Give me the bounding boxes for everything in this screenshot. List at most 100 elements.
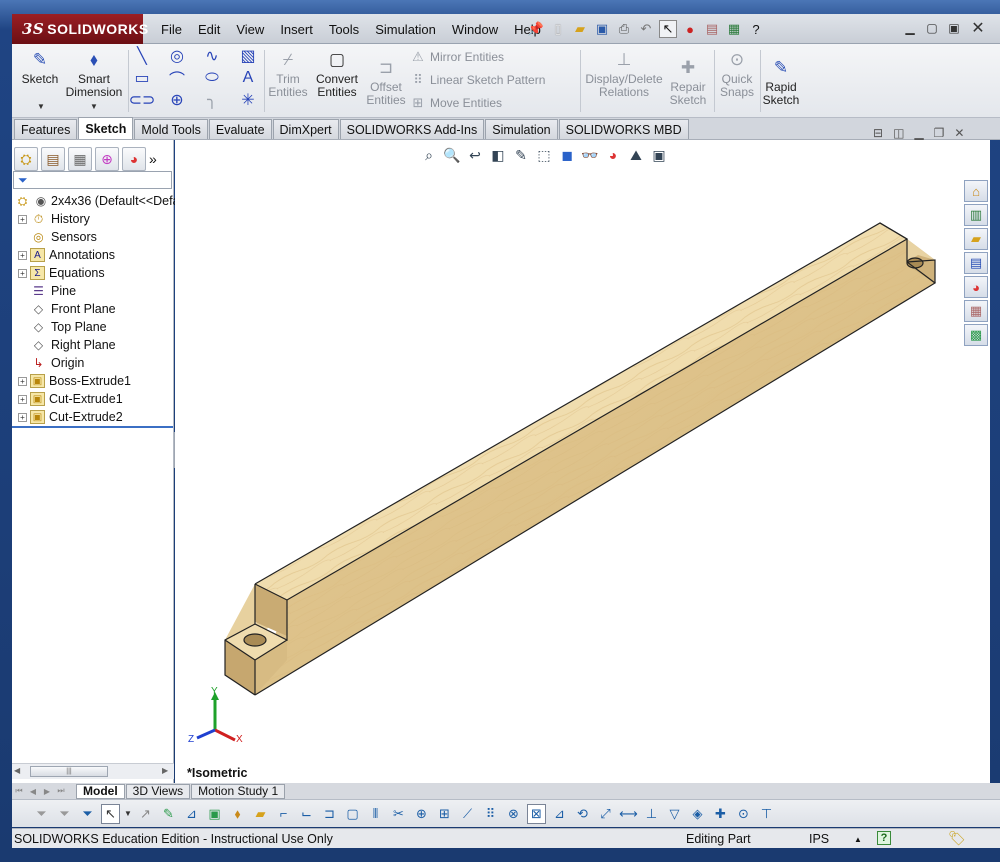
zoom-to-fit-icon[interactable]: ⌕ xyxy=(420,146,438,164)
expand-icon[interactable]: + xyxy=(18,268,27,278)
filter-edges-icon[interactable]: ⏷ xyxy=(78,804,97,824)
sketch-picture-icon[interactable]: ▣ xyxy=(205,804,224,824)
print-icon[interactable]: ⎙ xyxy=(615,20,633,38)
expand-icon[interactable]: + xyxy=(18,250,27,260)
custom-properties-icon[interactable]: ▦ xyxy=(964,300,988,322)
display-manager-tab-icon[interactable]: ◕ xyxy=(122,147,146,171)
filter-toolbar-icon[interactable]: ⏷ xyxy=(32,804,51,824)
dimxpert-manager-tab-icon[interactable]: ⊕ xyxy=(95,147,119,171)
instant-2d-icon[interactable]: ▰ xyxy=(251,804,270,824)
options-icon[interactable]: ▦ xyxy=(725,20,743,38)
offset-small-icon[interactable]: ⊐ xyxy=(320,804,339,824)
pin-icon[interactable]: 📌 xyxy=(527,20,545,38)
convert-small-icon[interactable]: ▢ xyxy=(343,804,362,824)
view-orientation-icon[interactable]: ⬚ xyxy=(535,146,553,164)
expand-icon[interactable]: + xyxy=(18,214,27,224)
copy-small-icon[interactable]: ⊿ xyxy=(550,804,569,824)
menu-window[interactable]: Window xyxy=(444,22,506,37)
sketch-dropdown-caret[interactable]: ▼ xyxy=(37,102,45,111)
expand-icon[interactable]: + xyxy=(18,376,27,386)
appearances-icon[interactable]: ◕ xyxy=(964,276,988,298)
expand-icon[interactable]: + xyxy=(18,412,27,422)
solidworks-logo[interactable]: 3S SOLIDWORKS xyxy=(12,14,148,44)
next-tab-icon[interactable]: ▶ xyxy=(40,784,54,798)
wood-beam-model[interactable] xyxy=(224,222,937,696)
tab-dimxpert[interactable]: DimXpert xyxy=(272,119,339,139)
close-app-icon[interactable]: ✕ xyxy=(968,20,988,37)
tree-item-cut-extrude2[interactable]: + ▣ Cut-Extrude2 xyxy=(18,408,123,426)
tree-root-part[interactable]: ⛭ ◉ 2x4x36 (Default<<Defa xyxy=(14,192,180,210)
repair-sketch-button[interactable]: ✚ Repair Sketch xyxy=(666,56,710,107)
tree-item-pine[interactable]: ☰ Pine xyxy=(18,282,76,300)
tree-rollback-bar[interactable] xyxy=(12,426,173,428)
menu-insert[interactable]: Insert xyxy=(272,22,321,37)
edit-appearance-icon[interactable]: ◕ xyxy=(604,146,622,164)
tree-item-annotations[interactable]: + A Annotations xyxy=(18,246,115,264)
display-style-icon[interactable]: ◼ xyxy=(558,146,576,164)
select-dropdown-icon[interactable]: ▼ xyxy=(124,804,132,824)
minimize-app-icon[interactable]: ▁ xyxy=(900,20,920,36)
tile-vertical-icon[interactable]: ◫ xyxy=(893,126,904,140)
tree-item-front-plane[interactable]: ◇ Front Plane xyxy=(18,300,116,318)
3d-sketch-icon[interactable]: ⊿ xyxy=(182,804,201,824)
tree-item-boss-extrude1[interactable]: + ▣ Boss-Extrude1 xyxy=(18,372,131,390)
solidworks-resources-icon[interactable]: ⌂ xyxy=(964,180,988,202)
extend-small-icon[interactable]: ⊕ xyxy=(412,804,431,824)
repair-small-icon[interactable]: ✚ xyxy=(711,804,730,824)
trim-entities-button[interactable]: ⌿ Trim Entities xyxy=(266,48,310,99)
sketch-point-icon[interactable]: ✎ xyxy=(159,804,178,824)
open-folder-icon[interactable]: ▰ xyxy=(571,20,589,38)
circular-pattern-small-icon[interactable]: ⊗ xyxy=(504,804,523,824)
menu-edit[interactable]: Edit xyxy=(190,22,228,37)
linear-pattern-small-icon[interactable]: ⠿ xyxy=(481,804,500,824)
tab-evaluate[interactable]: Evaluate xyxy=(208,119,272,139)
tree-item-right-plane[interactable]: ◇ Right Plane xyxy=(18,336,116,354)
quick-snaps-button[interactable]: ⊙ Quick Snaps xyxy=(716,48,758,99)
property-manager-tab-icon[interactable]: ▤ xyxy=(41,147,65,171)
tab-simulation[interactable]: Simulation xyxy=(485,119,558,139)
smart-dimension-dropdown-caret[interactable]: ▼ xyxy=(90,102,98,111)
quick-tips-help-icon[interactable]: ? xyxy=(877,831,891,845)
menu-simulation[interactable]: Simulation xyxy=(367,22,444,37)
scroll-right-icon[interactable]: ▶ xyxy=(162,766,168,775)
expand-panel-chevron-icon[interactable]: » xyxy=(149,151,163,167)
select-icon[interactable]: ↖ xyxy=(101,803,120,824)
sketch-fillet-icon[interactable]: ⌐ xyxy=(274,804,293,824)
move-small-icon[interactable]: ⊠ xyxy=(527,803,546,824)
panel-horizontal-scrollbar[interactable]: ◀ ||| ▶ xyxy=(12,763,174,779)
zoom-to-area-icon[interactable]: 🔍 xyxy=(443,146,461,164)
scroll-thumb[interactable]: ||| xyxy=(30,766,108,777)
trim-small-icon[interactable]: ✂ xyxy=(389,804,408,824)
plane-icon[interactable]: ▧ xyxy=(238,46,258,66)
design-library-icon[interactable]: ▥ xyxy=(964,204,988,226)
restore-doc-icon[interactable]: ❐ xyxy=(934,126,945,140)
unit-system-status[interactable]: IPS xyxy=(809,832,829,846)
tag-icon[interactable]: 🏷 xyxy=(948,830,966,847)
tab-solidworks-add-ins[interactable]: SOLIDWORKS Add-Ins xyxy=(339,119,485,139)
apply-scene-icon[interactable]: ⛰ xyxy=(627,146,645,164)
menu-file[interactable]: File xyxy=(153,22,190,37)
mirror-small-icon[interactable]: ⫴ xyxy=(366,804,385,824)
tab-mold-tools[interactable]: Mold Tools xyxy=(134,119,208,139)
expand-icon[interactable]: + xyxy=(18,394,27,404)
tree-item-history[interactable]: + ⏱ History xyxy=(18,210,90,228)
help-icon[interactable]: ? xyxy=(747,20,765,38)
stretch-small-icon[interactable]: ⟷ xyxy=(619,804,638,824)
prev-tab-icon[interactable]: ◀ xyxy=(26,784,40,798)
last-tab-icon[interactable]: ⏭ xyxy=(54,784,68,798)
scale-small-icon[interactable]: ⤢ xyxy=(596,804,615,824)
file-explorer-icon[interactable]: ▰ xyxy=(964,228,988,250)
tree-item-sensors[interactable]: ◎ Sensors xyxy=(18,228,97,246)
spline-icon[interactable]: ∿ xyxy=(202,46,222,66)
sketch-chamfer-icon[interactable]: ⌙ xyxy=(297,804,316,824)
view-settings-icon[interactable]: ▣ xyxy=(650,146,668,164)
polygon-icon[interactable]: ⊕ xyxy=(167,90,187,110)
file-properties-icon[interactable]: ▤ xyxy=(703,20,721,38)
quick-snaps-small-icon[interactable]: ⊙ xyxy=(734,804,753,824)
traffic-light-icon[interactable]: ● xyxy=(681,20,699,38)
menu-tools[interactable]: Tools xyxy=(321,22,367,37)
smart-dimension-small-icon[interactable]: ⬧ xyxy=(228,804,247,824)
display-relations-icon[interactable]: ▽ xyxy=(665,804,684,824)
close-doc-icon[interactable]: ✕ xyxy=(954,126,964,140)
tree-item-origin[interactable]: ↳ Origin xyxy=(18,354,84,372)
